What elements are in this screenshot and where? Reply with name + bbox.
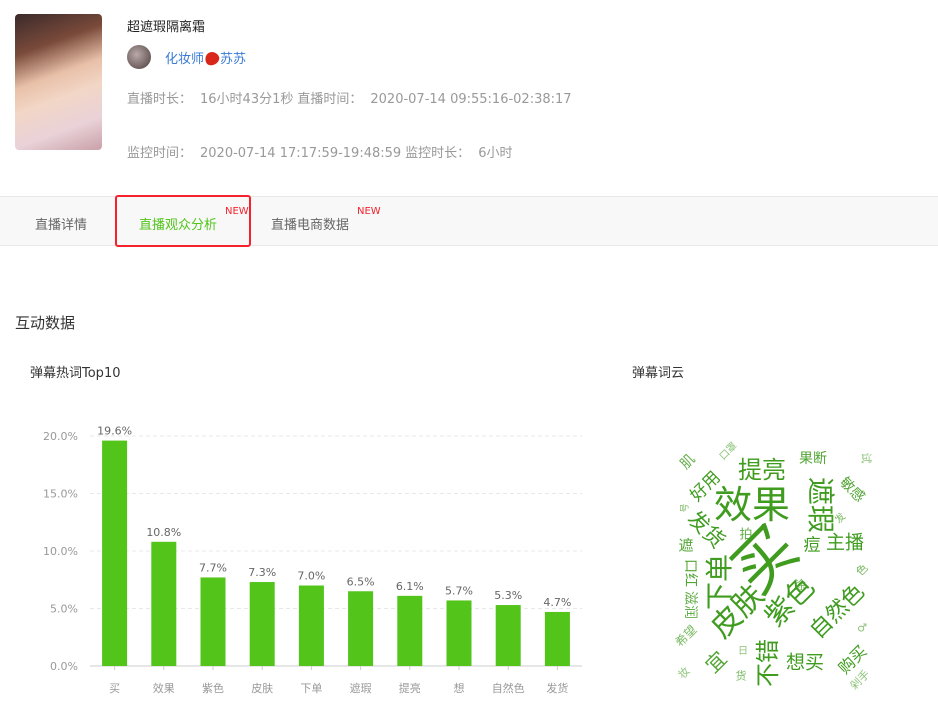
cloud-word: 妆 (675, 664, 693, 682)
cloud-word: 不错 (754, 639, 782, 687)
cloud-word: 提亮 (738, 456, 786, 484)
cloud-word: 涂 (793, 578, 807, 592)
cloud-word: 日 (738, 646, 748, 657)
cloud-word: 遮 (678, 536, 694, 555)
cloud-word: 敏感 (836, 474, 868, 506)
cloud-word: 效果 (713, 483, 791, 527)
cloud-word: 号 (680, 503, 691, 513)
cloud-word: 色 (853, 561, 871, 579)
cloud-word: 果断 (799, 451, 827, 467)
cloud-word: 口红 (682, 559, 698, 587)
cloud-word: 试 (859, 452, 873, 464)
cloud-word: 希望 (672, 622, 700, 650)
word-cloud: 买效果 提亮 遮瑕 主播 下单 皮肤 紫色 自然色 不错 想买 购买 好用 发货肌果断 敏感痘拍遮口红 滋润… (0, 0, 938, 721)
cloud-word: 口罩 (717, 440, 740, 463)
cloud-word: 滋润 (682, 591, 698, 619)
cloud-word: ♂ (857, 621, 867, 635)
cloud-word: 痘 (803, 535, 821, 556)
cloud-word: 遮瑕 (804, 476, 837, 534)
cloud-word: 货 (735, 669, 747, 683)
cloud-word: 主播 (825, 531, 865, 554)
cloud-word: 拍 (739, 527, 753, 543)
cloud-word: 宜 (700, 646, 732, 678)
cloud-word: 想买 (785, 651, 825, 674)
cloud-word: 肌 (677, 451, 699, 473)
